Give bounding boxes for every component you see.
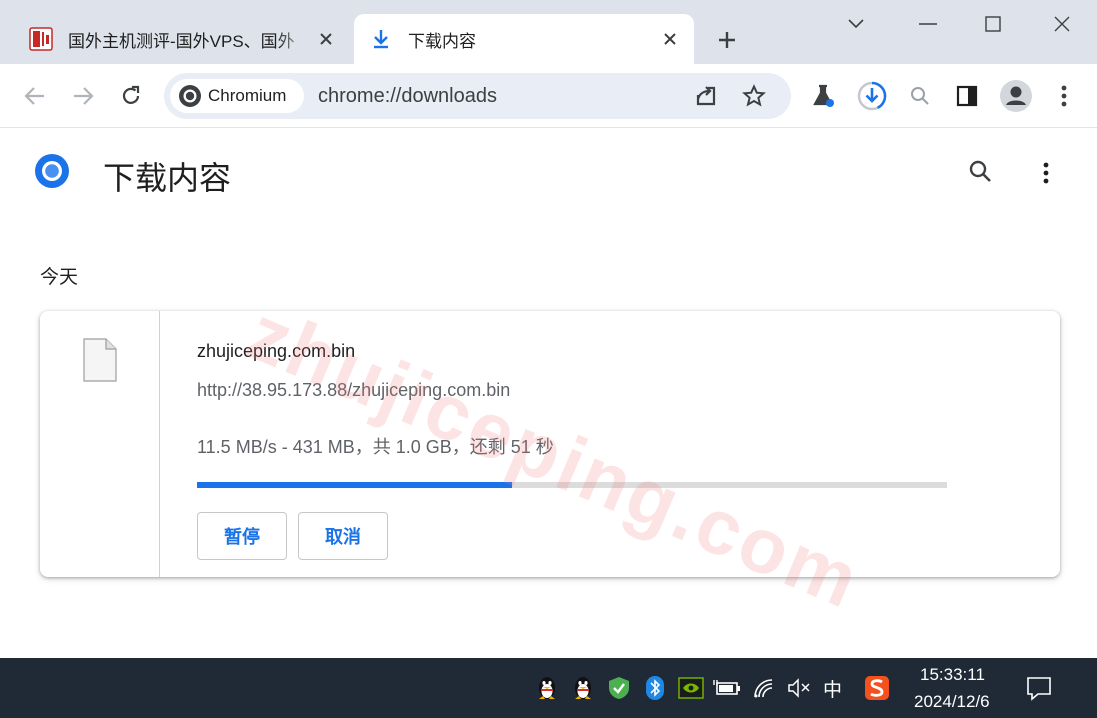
- download-item-card: zhujiceping.com.bin http://38.95.173.88/…: [40, 311, 1060, 577]
- search-downloads-icon[interactable]: [962, 153, 998, 189]
- clock-date[interactable]: 2024/12/6: [914, 692, 990, 712]
- more-actions-icon[interactable]: [1030, 155, 1062, 191]
- chromium-chip[interactable]: Chromium: [170, 79, 304, 113]
- tab-strip: 国外主机测评-国外VPS、国外 下载内容: [0, 0, 1097, 64]
- bookmark-star-icon[interactable]: [738, 81, 770, 111]
- downloads-page: 下载内容 今天 zhujiceping.com.bin http://38.95…: [0, 129, 1097, 658]
- download-progress-icon[interactable]: [854, 78, 890, 114]
- tab-title: 国外主机测评-国外VPS、国外: [68, 31, 295, 51]
- profile-avatar-icon[interactable]: [998, 78, 1034, 114]
- zoom-search-icon[interactable]: [902, 78, 938, 114]
- taskbar: 中 15:33:11 2024/12/6: [0, 658, 1097, 718]
- cancel-button[interactable]: 取消: [298, 512, 388, 560]
- qq-penguin-icon[interactable]: [568, 673, 598, 703]
- date-heading: 今天: [40, 267, 79, 288]
- site-favicon-icon: [28, 26, 54, 52]
- labs-flask-icon[interactable]: [805, 78, 841, 114]
- new-tab-plus-icon[interactable]: [711, 24, 743, 56]
- bluetooth-icon[interactable]: [640, 673, 670, 703]
- file-icon-column: [40, 311, 160, 577]
- toolbar: Chromium chrome://downloads: [0, 64, 1097, 128]
- tab-downloads[interactable]: 下载内容: [354, 14, 694, 64]
- tab-zhujiceping[interactable]: 国外主机测评-国外VPS、国外: [14, 14, 350, 64]
- notification-center-icon[interactable]: [1024, 672, 1054, 704]
- address-bar[interactable]: Chromium chrome://downloads: [164, 73, 791, 119]
- chromium-logo-icon: [33, 152, 71, 195]
- qq-penguin-icon[interactable]: [532, 673, 562, 703]
- close-tab-icon[interactable]: [656, 25, 684, 53]
- file-name-link[interactable]: zhujiceping.com.bin: [197, 341, 355, 362]
- wifi-icon[interactable]: [749, 673, 779, 703]
- forward-arrow-icon[interactable]: [65, 78, 101, 114]
- close-tab-icon[interactable]: [312, 25, 340, 53]
- browser-menu-icon[interactable]: [1046, 78, 1082, 114]
- minimize-icon[interactable]: [898, 0, 958, 48]
- share-icon[interactable]: [690, 81, 722, 111]
- tab-search-chevron-icon[interactable]: [826, 0, 886, 48]
- battery-power-icon[interactable]: [712, 673, 742, 703]
- side-panel-icon[interactable]: [949, 78, 985, 114]
- reload-icon[interactable]: [113, 78, 149, 114]
- file-source-url[interactable]: http://38.95.173.88/zhujiceping.com.bin: [197, 380, 510, 401]
- download-status-text: 11.5 MB/s - 431 MB，共 1.0 GB，还剩 51 秒: [197, 437, 554, 457]
- chip-label: Chromium: [208, 86, 287, 105]
- input-method-indicator[interactable]: 中: [823, 675, 842, 702]
- url-text[interactable]: chrome://downloads: [318, 85, 497, 108]
- tab-title: 下载内容: [408, 31, 476, 51]
- pause-button[interactable]: 暂停: [197, 512, 287, 560]
- page-title: 下载内容: [103, 160, 232, 196]
- browser-window: 国外主机测评-国外VPS、国外 下载内容 Chromium chrome://d…: [0, 0, 1097, 658]
- close-window-icon[interactable]: [1032, 0, 1092, 48]
- chromium-logo-icon: [179, 85, 201, 107]
- sogou-input-icon[interactable]: [862, 673, 892, 703]
- volume-muted-icon[interactable]: [784, 673, 814, 703]
- clock-time[interactable]: 15:33:11: [920, 665, 985, 685]
- back-arrow-icon[interactable]: [17, 78, 53, 114]
- download-progress-bar: [197, 482, 947, 488]
- download-icon: [368, 26, 394, 52]
- maximize-icon[interactable]: [963, 0, 1023, 48]
- security-shield-icon[interactable]: [604, 673, 634, 703]
- file-icon: [83, 338, 117, 387]
- nvidia-icon[interactable]: [676, 673, 706, 703]
- progress-fill: [197, 482, 512, 488]
